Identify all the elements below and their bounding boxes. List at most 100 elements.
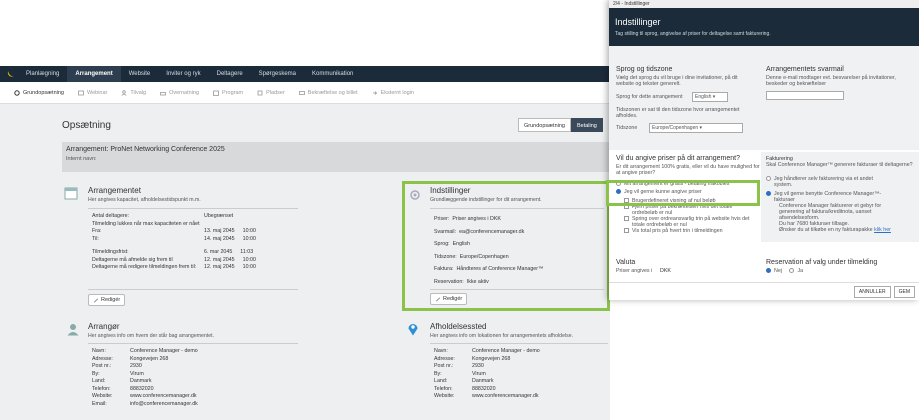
cancel-button[interactable]: ANNULLER — [853, 285, 891, 298]
tab-grundopsaetning[interactable]: Grundopsætning — [518, 118, 571, 132]
subnav-pladser[interactable]: Pladser — [257, 90, 285, 96]
timezone-select-value: Europe/Copenhagen — [652, 125, 699, 131]
subnav-overnatning[interactable]: Overnatning — [160, 90, 199, 96]
buy-invoices-link[interactable]: klik her — [874, 227, 891, 233]
edit-deadline-label: Deltagerne må redigere tilmeldingen frem… — [92, 264, 197, 270]
bed-icon — [160, 91, 166, 95]
radio-yes[interactable] — [789, 268, 795, 274]
seat-icon — [257, 90, 263, 95]
event-header: Arrangement: ProNet Networking Conferenc… — [62, 142, 610, 172]
deadline-time: 11:03 — [240, 249, 254, 255]
detail-label: Post nr.: — [434, 363, 454, 369]
detail-label: Adresse: — [92, 355, 113, 362]
detail-label: Website: — [92, 393, 113, 399]
capacity-note: Tilmelding lukkes når max kapaciteten er… — [92, 220, 200, 227]
checkbox-label: Vis total pris på hvert trin i tilmeldin… — [632, 228, 723, 234]
edit-arrangementet-button[interactable]: Redigér — [88, 294, 126, 306]
prices-desc: Er dit arrangement 100% gratis, eller vi… — [616, 164, 760, 176]
card-arrangoer: Arrangør Her angives info om hvem der st… — [88, 322, 298, 339]
arrangoer-details: Navn: Conference Manager - demo Adresse: K… — [92, 348, 302, 408]
billing-desc: Skal Conference Manager™ generere faktur… — [766, 162, 913, 168]
event-title: Arrangement: ProNet Networking Conferenc… — [66, 146, 225, 153]
detail-label: Telefon: — [434, 385, 453, 392]
login-icon — [372, 90, 377, 95]
option-yes[interactable]: Ja — [789, 268, 803, 274]
card-desc: Grundlæggende indstillinger for dit arra… — [430, 197, 542, 203]
edit-deadline-time: 10:00 — [242, 264, 256, 270]
timezone-select[interactable]: Europe/Copenhagen ▾ — [649, 123, 743, 133]
tab-betaling[interactable]: Betaling — [570, 118, 603, 132]
modal-header: Indstillinger Tag stilling til sprog, an… — [609, 8, 919, 46]
replymail-input[interactable] — [766, 91, 844, 100]
arrangementet-details: Antal deltagere: Ubegrænset Tilmelding lu… — [92, 213, 302, 272]
subnav-label: Eksternt login — [380, 89, 414, 96]
afholdelsessted-details: Navn: Conference Manager - demo Adresse: K… — [434, 348, 609, 401]
detail-value: www.conferencemanager.dk — [472, 393, 539, 399]
card-title: Indstillinger — [430, 186, 471, 195]
subnav-label: Tilvalg — [130, 89, 147, 96]
nav-planlaegning[interactable]: Planlægning — [18, 66, 67, 82]
detail-value: 88832020 — [472, 385, 496, 392]
option-cm-billing[interactable]: Jeg vil gerne benytte Conference Manager… — [766, 191, 914, 203]
subnav-tilvalg[interactable]: Tilvalg — [121, 90, 146, 96]
to-time: 10:00 — [242, 235, 256, 242]
nav-spoergeskema[interactable]: Spørgeskema — [251, 66, 304, 82]
deadline-date: 6. mar 2045 — [204, 249, 233, 255]
checkbox-label: Spring over ordreansvarlig trin på websi… — [632, 216, 750, 228]
subnav-label: Bekræftelse og billet — [307, 89, 358, 96]
button-label: Redigér — [101, 297, 121, 303]
modal-subtitle: Tag stilling til sprog, angivelse af pri… — [615, 31, 771, 37]
radio-no[interactable] — [766, 268, 771, 274]
checkbox[interactable] — [624, 216, 629, 221]
subnav-label: Program — [222, 89, 244, 96]
save-button[interactable]: GEM — [893, 285, 915, 298]
nav-arrangement[interactable]: Arrangement — [67, 66, 121, 82]
person-icon — [66, 322, 80, 338]
card-indstillinger: Indstillinger Grundlæggende indstillinge… — [430, 186, 605, 203]
to-date: 14. maj 2045 — [204, 235, 235, 242]
subnav-label: Webinar — [86, 89, 108, 96]
subnav-program[interactable]: Program — [213, 90, 243, 96]
calendar-icon — [213, 90, 219, 96]
billing-section: Fakturering Skal Conference Manager™ gen… — [766, 156, 914, 233]
nav-deltagere[interactable]: Deltagere — [209, 66, 251, 82]
detail-value: Conference Manager - demo — [472, 348, 540, 354]
subnav-grundopsaetning[interactable]: Grundopsætning — [14, 90, 64, 96]
billing-fee-desc: Conference Manager fakturerer et gebyr f… — [779, 203, 882, 221]
edit-indstillinger-button[interactable]: Redigér — [430, 293, 468, 305]
page-title: Opsætning — [62, 120, 111, 131]
checkbox-row[interactable]: Vis total pris på hvert trin i tilmeldin… — [624, 228, 764, 234]
detail-value: Kongevejen 268 — [130, 355, 169, 362]
unregister-time: 10:00 — [242, 256, 256, 263]
language-label: Sprog for dette arrangement — [616, 94, 683, 100]
language-select[interactable]: English ▾ — [692, 92, 728, 102]
radio-self-billing[interactable] — [766, 176, 771, 181]
billing-more: Ønsker du at tilkøbe en ny fakturapakke — [779, 227, 873, 233]
settings-icon — [409, 189, 421, 203]
subnav-eksternt-login[interactable]: Eksternt login — [372, 90, 414, 96]
subnav-webinar[interactable]: Webinar — [78, 90, 107, 96]
settings-modal: 2/4 - Indstillinger Indstillinger Tag st… — [606, 0, 919, 300]
reservation-section: Reservation af valg under tilmelding Nej… — [766, 259, 914, 274]
logo-icon[interactable] — [4, 67, 18, 81]
option-self-billing[interactable]: Jeg håndterer selv fakturering via et an… — [766, 176, 914, 188]
detail-value: Virum — [472, 370, 486, 377]
nav-inviter[interactable]: Inviter og ryk — [158, 66, 208, 82]
nav-kommunikation[interactable]: Kommunikation — [304, 66, 361, 82]
language-value: English — [452, 241, 470, 247]
timezone-value: Europe/Copenhagen — [459, 253, 509, 260]
timezone-label: Tidszone — [616, 125, 638, 131]
from-label: Fra: — [92, 228, 102, 234]
radio-cm-billing[interactable] — [766, 191, 771, 196]
subnav-bekraeftelse[interactable]: Bekræftelse og billet — [298, 89, 358, 96]
people-icon — [121, 89, 127, 96]
detail-value: Kongevejen 268 — [472, 355, 511, 362]
unregister-label: Deltagerne må afmelde sig frem til — [92, 256, 173, 263]
checkbox-row[interactable]: Spring over ordreansvarlig trin på websi… — [624, 216, 764, 228]
option-cm-label: Jeg vil gerne benytte Conference Manager… — [774, 191, 882, 203]
map-pin-icon — [407, 322, 419, 338]
nav-website[interactable]: Website — [121, 66, 159, 82]
detail-label: Land: — [92, 378, 106, 384]
checkbox[interactable] — [624, 228, 629, 234]
option-no[interactable]: Nej — [766, 268, 782, 274]
